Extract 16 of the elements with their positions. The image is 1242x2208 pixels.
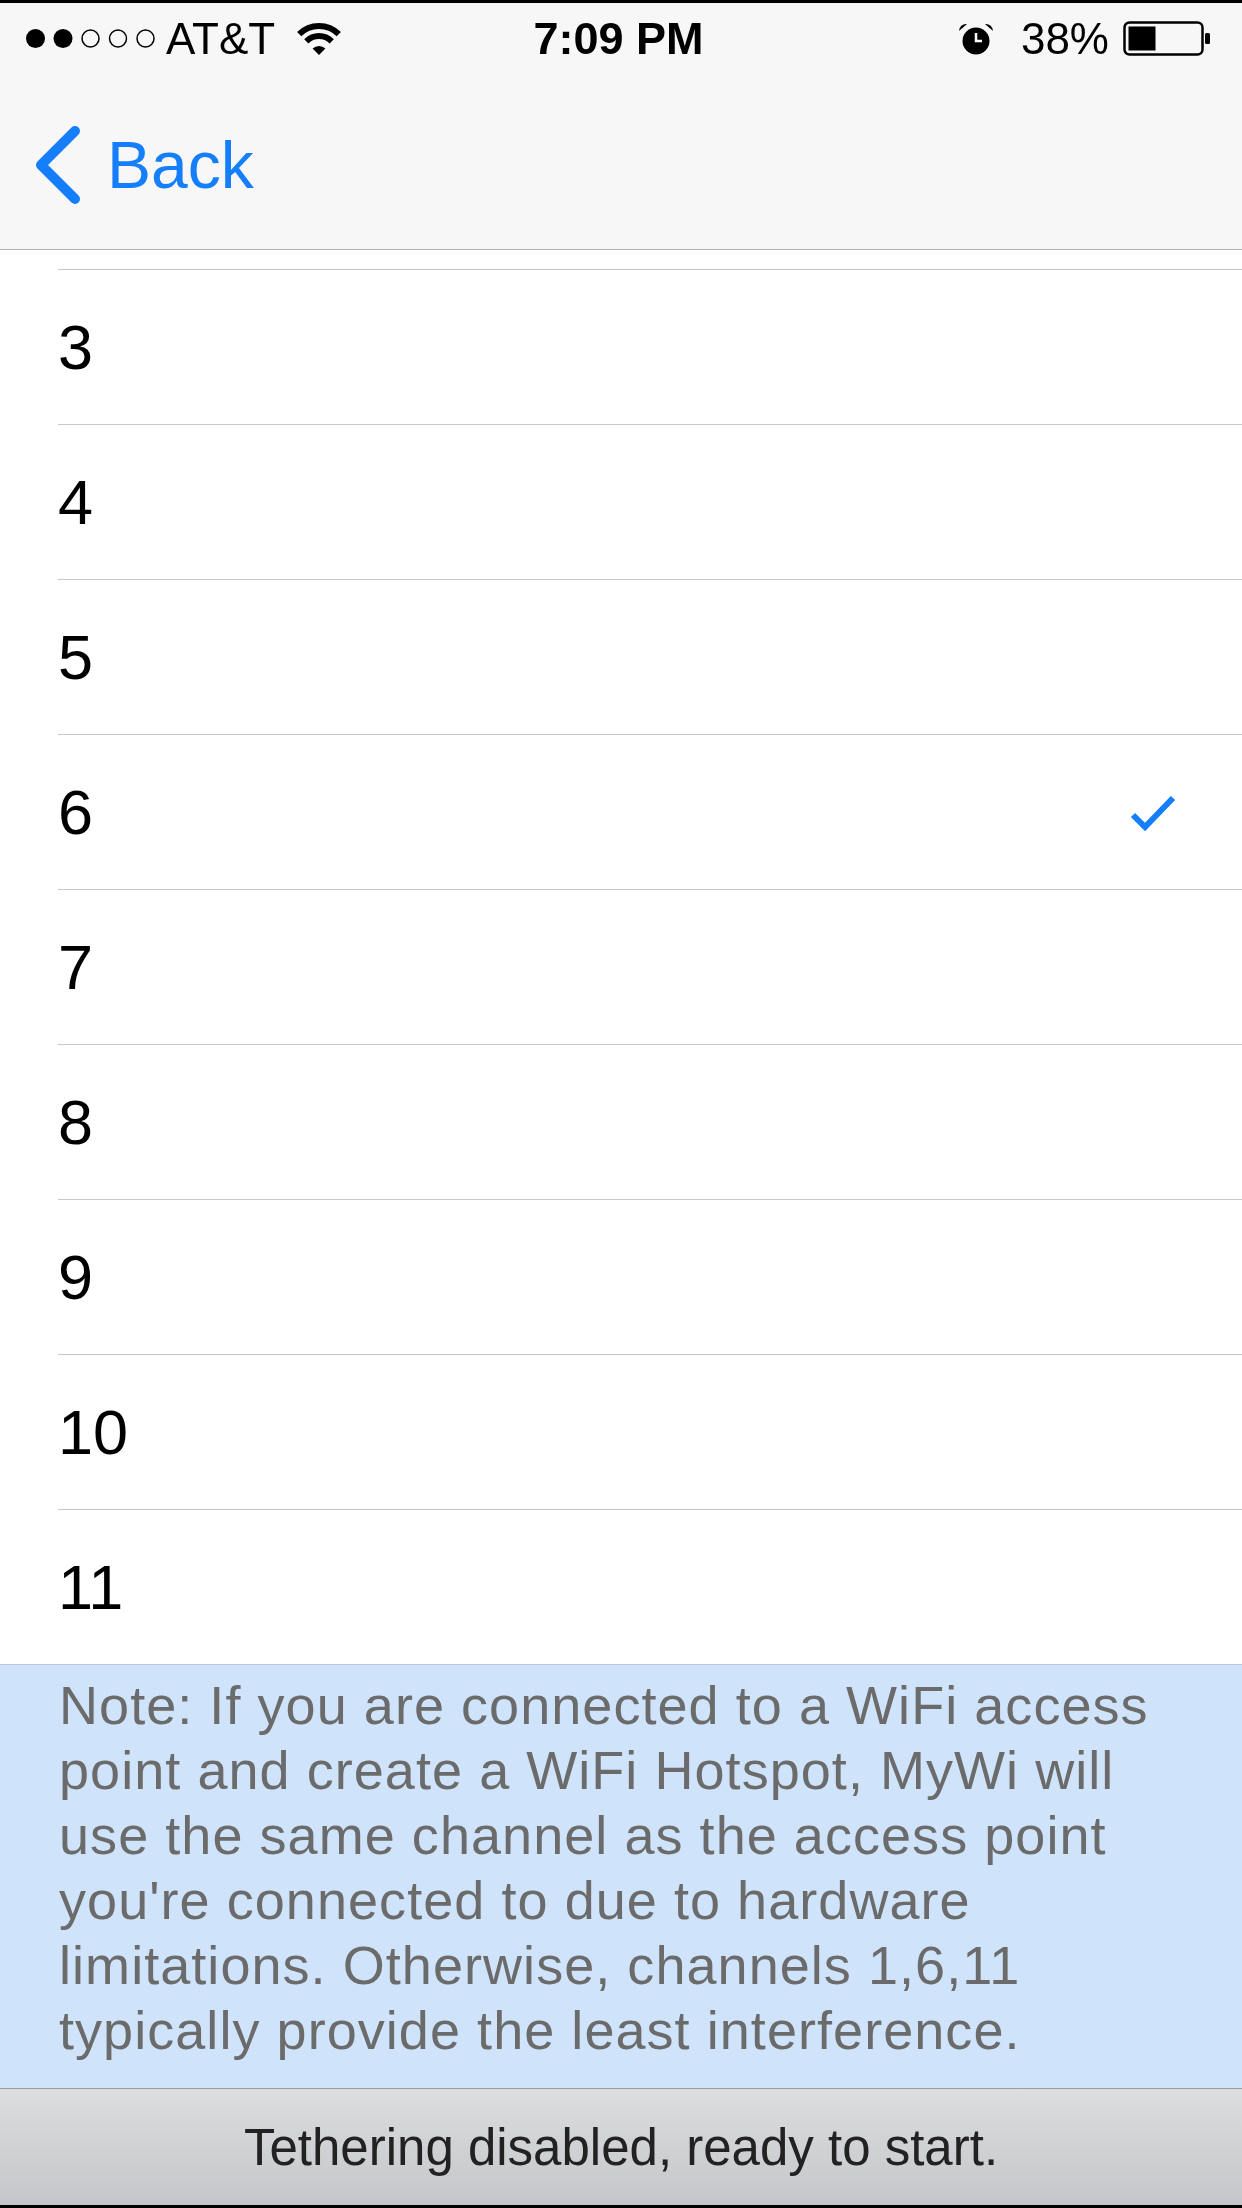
clock-time: 7:09 PM — [533, 16, 704, 61]
channel-option[interactable]: 5 — [58, 579, 1242, 734]
battery-percentage: 38% — [1020, 16, 1109, 61]
channel-option[interactable]: 4 — [58, 424, 1242, 579]
channel-option[interactable]: 6 — [58, 734, 1242, 889]
note-text: Note: If you are connected to a WiFi access point and create a WiFi Hotspot, MyWi will use the same channel as the access point you're connected to due to hardware limitations. Otherwise, channels 1,6,11 typically provide the least interference. — [59, 1674, 1150, 2062]
channel-option[interactable]: 3 — [58, 269, 1242, 424]
channel-option[interactable]: 8 — [58, 1044, 1242, 1199]
channel-option[interactable]: 7 — [58, 889, 1242, 1044]
alarm-clock-icon — [956, 22, 995, 55]
signal-strength-icon — [26, 29, 155, 48]
channel-option[interactable]: 10 — [58, 1354, 1242, 1509]
back-button[interactable]: Back — [32, 125, 254, 205]
channel-option[interactable]: 9 — [58, 1199, 1242, 1354]
carrier-name: AT&T — [166, 16, 276, 61]
battery-icon — [1123, 21, 1211, 56]
